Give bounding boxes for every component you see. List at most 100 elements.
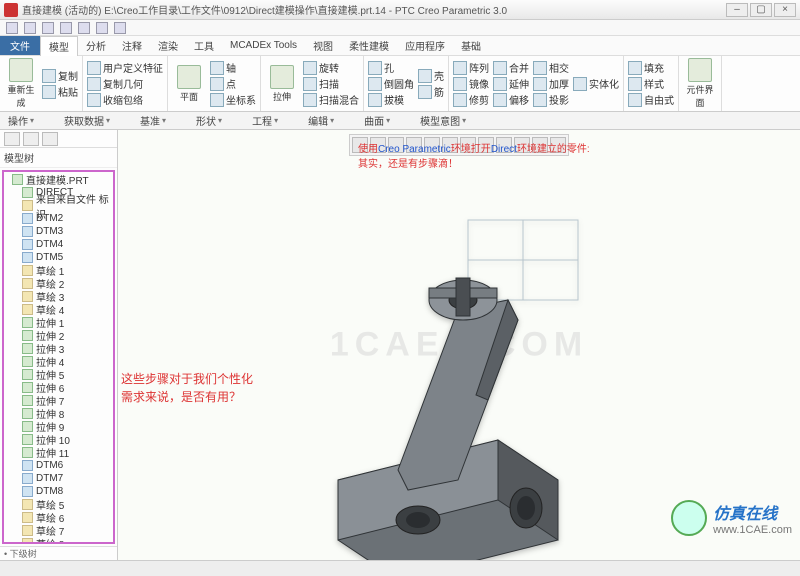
intersect-icon — [533, 61, 547, 75]
tab-flex[interactable]: 柔性建模 — [341, 36, 397, 55]
shrinkwrap-icon — [87, 93, 101, 107]
udf-button[interactable]: 用户定义特征 — [87, 60, 163, 75]
shell-button[interactable]: 壳 — [418, 68, 444, 83]
mirror-button[interactable]: 镜像 — [453, 76, 489, 91]
tree-header: 模型树 — [0, 148, 117, 168]
merge-button[interactable]: 合并 — [493, 60, 529, 75]
folder-tab-icon[interactable] — [23, 132, 39, 146]
rib-button[interactable]: 筋 — [418, 84, 444, 99]
model-tree[interactable]: 直接建模.PRTDIRECT来自来自文件 标识DTM2DTM3DTM4DTM5草… — [2, 170, 115, 544]
tree-item[interactable]: DTM3 — [4, 225, 113, 238]
fill-button[interactable]: 填充 — [628, 60, 674, 75]
feature-icon — [22, 512, 33, 523]
model-tree-panel: 模型树 直接建模.PRTDIRECT来自来自文件 标识DTM2DTM3DTM4D… — [0, 130, 118, 560]
sweep-button[interactable]: 扫描 — [303, 76, 359, 91]
feature-icon — [22, 187, 33, 198]
qat-new-icon[interactable] — [6, 22, 18, 34]
annotation-top: 使用Creo Parametric环境打开Direct环境建立的零件: 其实，还… — [358, 142, 590, 172]
trim-button[interactable]: 修剪 — [453, 92, 489, 107]
tree-item[interactable]: DTM6 — [4, 459, 113, 472]
pattern-button[interactable]: 阵列 — [453, 60, 489, 75]
feature-icon — [22, 434, 33, 445]
ribbon-group-getdata: 用户定义特征 复制几何 收缩包络 — [83, 56, 168, 111]
shrinkwrap-button[interactable]: 收缩包络 — [87, 92, 163, 107]
quick-access-toolbar — [0, 20, 800, 36]
axis-button[interactable]: 轴 — [210, 60, 256, 75]
file-menu[interactable]: 文件 — [0, 36, 40, 55]
feature-icon — [22, 291, 33, 302]
hole-button[interactable]: 孔 — [368, 60, 414, 75]
qat-windows-icon[interactable] — [114, 22, 126, 34]
mirror-icon — [453, 77, 467, 91]
qat-redo-icon[interactable] — [78, 22, 90, 34]
qat-undo-icon[interactable] — [60, 22, 72, 34]
tab-mcadex[interactable]: MCADEx Tools — [222, 38, 305, 53]
tab-render[interactable]: 渲染 — [150, 36, 186, 55]
revolve-button[interactable]: 旋转 — [303, 60, 359, 75]
tree-item[interactable]: 草绘 8 — [4, 537, 113, 544]
fav-tab-icon[interactable] — [42, 132, 58, 146]
pattern-icon — [453, 61, 467, 75]
draft-button[interactable]: 拔模 — [368, 92, 414, 107]
tree-item[interactable]: 来自来自文件 标识 — [4, 199, 113, 212]
sweepblend-button[interactable]: 扫描混合 — [303, 92, 359, 107]
comp-interface-icon — [688, 58, 712, 82]
copy-button[interactable]: 复制 — [42, 68, 78, 83]
watermark-brand: 仿真在线 — [713, 500, 792, 524]
app-icon — [4, 3, 18, 17]
point-button[interactable]: 点 — [210, 76, 256, 91]
tree-item[interactable]: DTM7 — [4, 472, 113, 485]
qat-open-icon[interactable] — [24, 22, 36, 34]
offset-button[interactable]: 偏移 — [493, 92, 529, 107]
thicken-button[interactable]: 加厚 — [533, 76, 569, 91]
maximize-button[interactable]: ▢ — [750, 3, 772, 17]
solidify-button[interactable]: 实体化 — [573, 76, 619, 91]
feature-icon — [22, 317, 33, 328]
paste-button[interactable]: 粘贴 — [42, 84, 78, 99]
round-button[interactable]: 倒圆角 — [368, 76, 414, 91]
close-button[interactable]: × — [774, 3, 796, 17]
regenerate-button[interactable]: 重新生成 — [4, 58, 38, 109]
work-area: 模型树 直接建模.PRTDIRECT来自来自文件 标识DTM2DTM3DTM4D… — [0, 130, 800, 560]
extrude-button[interactable]: 拉伸 — [265, 65, 299, 103]
plane-icon — [177, 65, 201, 89]
tab-analysis[interactable]: 分析 — [78, 36, 114, 55]
tab-base[interactable]: 基础 — [453, 36, 489, 55]
ribbon-group-shape: 拉伸 旋转 扫描 扫描混合 — [261, 56, 364, 111]
ribbon: 重新生成 复制 粘贴 用户定义特征 复制几何 收缩包络 平面 轴 点 坐标系 拉… — [0, 56, 800, 112]
graphics-canvas[interactable]: 1CAE . COM 使用Creo Parametric环境打开Direct环境… — [118, 130, 800, 560]
minimize-button[interactable]: – — [726, 3, 748, 17]
extend-button[interactable]: 延伸 — [493, 76, 529, 91]
tree-item[interactable]: DTM4 — [4, 238, 113, 251]
tree-tab-icon[interactable] — [4, 132, 20, 146]
feature-icon — [22, 239, 33, 250]
feature-icon — [22, 369, 33, 380]
feature-icon — [22, 408, 33, 419]
page-watermark: 仿真在线 www.1CAE.com — [671, 500, 792, 536]
tab-annotate[interactable]: 注释 — [114, 36, 150, 55]
plane-button[interactable]: 平面 — [172, 65, 206, 103]
tab-view[interactable]: 视图 — [305, 36, 341, 55]
qat-regen-icon[interactable] — [96, 22, 108, 34]
shell-icon — [418, 69, 432, 83]
part-geometry — [258, 200, 618, 560]
ribbon-group-ops: 重新生成 复制 粘贴 — [0, 56, 83, 111]
comp-interface-button[interactable]: 元件界面 — [683, 58, 717, 109]
style-button[interactable]: 样式 — [628, 76, 674, 91]
qat-save-icon[interactable] — [42, 22, 54, 34]
tab-apps[interactable]: 应用程序 — [397, 36, 453, 55]
fill-icon — [628, 61, 642, 75]
freestyle-button[interactable]: 自由式 — [628, 92, 674, 107]
project-button[interactable]: 投影 — [533, 92, 569, 107]
feature-icon — [22, 226, 33, 237]
tab-tools[interactable]: 工具 — [186, 36, 222, 55]
intersect-button[interactable]: 相交 — [533, 60, 569, 75]
tab-model[interactable]: 模型 — [40, 36, 78, 56]
tree-root[interactable]: 直接建模.PRT — [4, 173, 113, 186]
ribbon-group-intent: 元件界面 — [679, 56, 722, 111]
style-icon — [628, 77, 642, 91]
csys-button[interactable]: 坐标系 — [210, 92, 256, 107]
part-icon — [12, 174, 23, 185]
tree-item[interactable]: 拉伸 11 — [4, 446, 113, 459]
copygeom-button[interactable]: 复制几何 — [87, 76, 163, 91]
